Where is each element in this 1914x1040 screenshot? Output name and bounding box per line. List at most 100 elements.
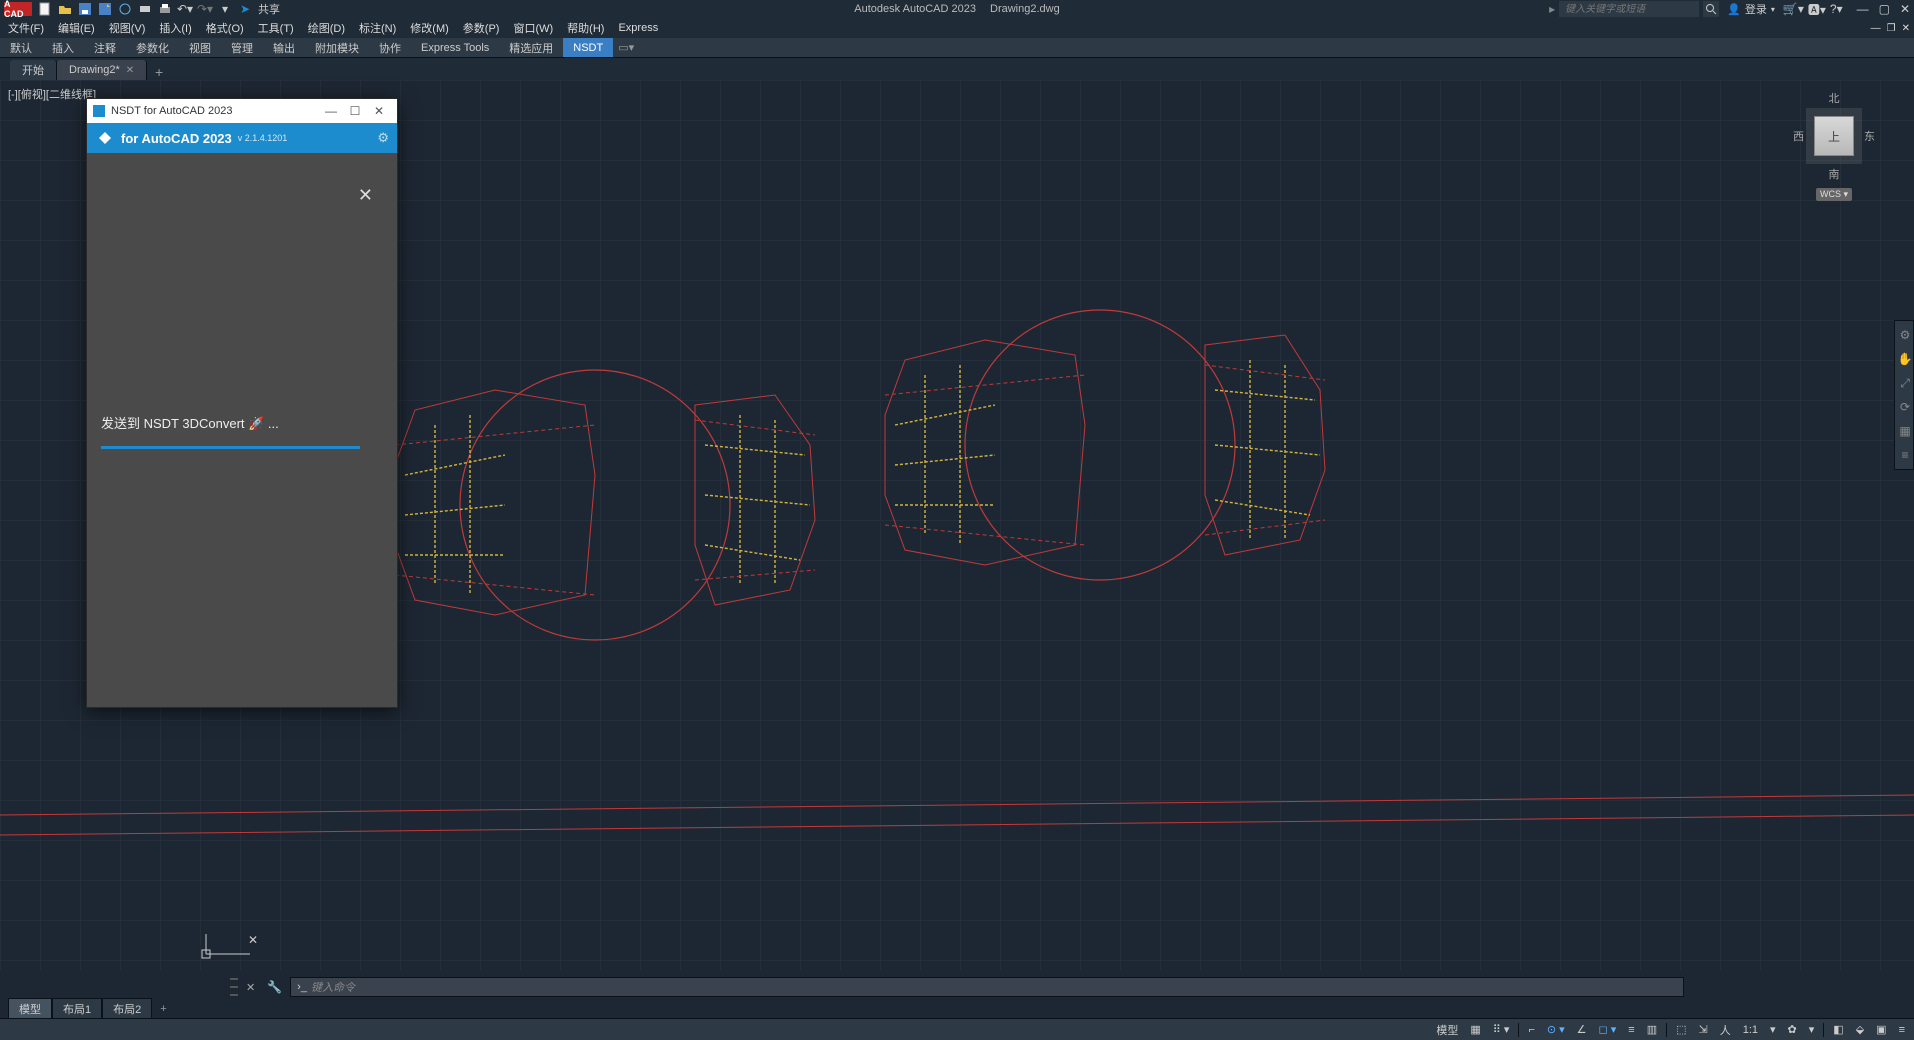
search-button[interactable]	[1703, 1, 1719, 17]
sb-selection-icon[interactable]: ⬚	[1673, 1023, 1689, 1036]
menu-draw[interactable]: 绘图(D)	[308, 20, 345, 36]
minimize-button[interactable]: —	[1857, 2, 1869, 16]
sb-scale-dropdown[interactable]: ▾	[1767, 1023, 1779, 1036]
sb-isolate-icon[interactable]: ◧	[1830, 1023, 1846, 1036]
view-cube[interactable]: 北 西 上 东 南 WCS ▾	[1784, 90, 1884, 220]
maximize-button[interactable]: ▢	[1879, 2, 1890, 16]
sb-workspace-dropdown[interactable]: ▾	[1806, 1023, 1818, 1036]
sb-grid-icon[interactable]: ▦	[1467, 1023, 1483, 1036]
menu-modify[interactable]: 修改(M)	[410, 20, 449, 36]
plugin-settings-icon[interactable]: ⚙	[377, 130, 389, 146]
plot-icon[interactable]	[138, 2, 152, 16]
search-input[interactable]	[1559, 1, 1699, 17]
help-caret-icon[interactable]: ▸	[1549, 2, 1555, 16]
sb-customize-icon[interactable]: ≡	[1896, 1024, 1908, 1036]
sb-hw-icon[interactable]: ⬙	[1853, 1023, 1867, 1036]
navwheel-icon[interactable]: ⚙	[1897, 327, 1913, 343]
undo-icon[interactable]: ↶▾	[178, 2, 192, 16]
send-icon[interactable]: ➤	[238, 2, 252, 16]
web-icon[interactable]	[118, 2, 132, 16]
save-icon[interactable]	[78, 2, 92, 16]
wcs-badge[interactable]: WCS ▾	[1816, 188, 1852, 201]
doc-close-button[interactable]: ✕	[1902, 23, 1910, 34]
sb-clean-icon[interactable]: ▣	[1873, 1023, 1889, 1036]
filetab-close-icon[interactable]: ✕	[126, 65, 134, 76]
sb-polar-icon[interactable]: ⊙ ▾	[1544, 1023, 1568, 1036]
plugin-titlebar[interactable]: NSDT for AutoCAD 2023 — ☐ ✕	[87, 99, 397, 123]
ribbon-panel-button[interactable]: ▭▾	[617, 39, 635, 57]
tab-annotate[interactable]: 注释	[84, 38, 126, 57]
plugin-body-close-icon[interactable]: ✕	[358, 185, 373, 206]
sb-angle-icon[interactable]: ∠	[1574, 1023, 1590, 1036]
menu-tools[interactable]: 工具(T)	[258, 20, 294, 36]
cmd-customize-icon[interactable]: 🔧	[263, 980, 286, 994]
login-button[interactable]: 👤 登录 ▾	[1723, 1, 1779, 17]
menu-edit[interactable]: 编辑(E)	[58, 20, 95, 36]
filetab-add[interactable]: +	[147, 64, 171, 80]
plugin-minimize-button[interactable]: —	[319, 104, 343, 118]
sb-dynamic-icon[interactable]: ⇲	[1696, 1023, 1711, 1036]
orbit-icon[interactable]: ⟳	[1897, 399, 1913, 415]
menu-insert[interactable]: 插入(I)	[159, 20, 191, 36]
layout-2[interactable]: 布局2	[102, 998, 152, 1020]
sb-osnap-icon[interactable]: ◻ ▾	[1596, 1023, 1620, 1036]
sb-ortho-icon[interactable]: ⌐	[1525, 1024, 1537, 1036]
menu-file[interactable]: 文件(F)	[8, 20, 44, 36]
nav-more-icon[interactable]: ≡	[1897, 447, 1913, 463]
ucs-icon[interactable]: ✕	[200, 932, 260, 960]
tab-express-tools[interactable]: Express Tools	[411, 38, 499, 57]
close-button[interactable]: ✕	[1900, 2, 1910, 16]
doc-restore-button[interactable]: ❐	[1887, 23, 1896, 34]
redo-icon[interactable]: ↷▾	[198, 2, 212, 16]
tab-nsdt[interactable]: NSDT	[563, 38, 613, 57]
sb-snap-icon[interactable]: ⠿ ▾	[1490, 1023, 1513, 1036]
menu-format[interactable]: 格式(O)	[206, 20, 244, 36]
tab-manage[interactable]: 管理	[221, 38, 263, 57]
layout-1[interactable]: 布局1	[52, 998, 102, 1020]
menu-window[interactable]: 窗口(W)	[513, 20, 553, 36]
menu-annotate[interactable]: 标注(N)	[359, 20, 396, 36]
plugin-close-button[interactable]: ✕	[367, 104, 391, 118]
plugin-maximize-button[interactable]: ☐	[343, 104, 367, 118]
layout-add[interactable]: +	[152, 1001, 174, 1017]
tab-view[interactable]: 视图	[179, 38, 221, 57]
tab-addins[interactable]: 附加模块	[305, 38, 369, 57]
sb-model[interactable]: 模型	[1433, 1022, 1461, 1038]
tab-default[interactable]: 默认	[0, 38, 42, 57]
sb-transparency-icon[interactable]: ▥	[1644, 1023, 1660, 1036]
autodesk-app-icon[interactable]: 🅰▾	[1808, 1, 1826, 18]
help-icon[interactable]: ?▾	[1830, 2, 1843, 16]
cmd-drag-handle[interactable]	[230, 978, 238, 996]
cube-top-face[interactable]: 上	[1814, 116, 1854, 156]
filetab-drawing2[interactable]: Drawing2* ✕	[57, 60, 147, 80]
layout-model[interactable]: 模型	[8, 998, 52, 1020]
saveas-icon[interactable]	[98, 2, 112, 16]
qat-dropdown-icon[interactable]: ▾	[218, 2, 232, 16]
filetab-start[interactable]: 开始	[10, 60, 57, 80]
cmd-close-icon[interactable]: ✕	[242, 981, 259, 994]
menu-param[interactable]: 参数(P)	[463, 20, 500, 36]
new-icon[interactable]	[38, 2, 52, 16]
sb-scale-label[interactable]: 1:1	[1740, 1024, 1761, 1036]
menu-view[interactable]: 视图(V)	[109, 20, 146, 36]
cart-icon[interactable]: 🛒▾	[1783, 2, 1804, 16]
command-input[interactable]: ›_ 键入命令	[290, 977, 1684, 997]
tab-parametric[interactable]: 参数化	[126, 38, 179, 57]
menu-help[interactable]: 帮助(H)	[567, 20, 604, 36]
print-icon[interactable]	[158, 2, 172, 16]
sb-annoscale-icon[interactable]: 人	[1717, 1022, 1734, 1038]
tab-featured[interactable]: 精选应用	[499, 38, 563, 57]
showmotion-icon[interactable]: ▦	[1897, 423, 1913, 439]
sb-lwt-icon[interactable]: ≡	[1625, 1024, 1637, 1036]
sb-gear-icon[interactable]: ✿	[1785, 1023, 1800, 1036]
menu-express[interactable]: Express	[618, 22, 658, 34]
tab-insert[interactable]: 插入	[42, 38, 84, 57]
zoom-extents-icon[interactable]: ⤢	[1897, 375, 1913, 391]
tab-collab[interactable]: 协作	[369, 38, 411, 57]
share-button[interactable]: 共享	[258, 1, 280, 17]
pan-icon[interactable]: ✋	[1897, 351, 1913, 367]
tab-output[interactable]: 输出	[263, 38, 305, 57]
doc-minimize-button[interactable]: —	[1871, 23, 1881, 34]
app-badge[interactable]: A CAD	[4, 2, 32, 16]
open-icon[interactable]	[58, 2, 72, 16]
